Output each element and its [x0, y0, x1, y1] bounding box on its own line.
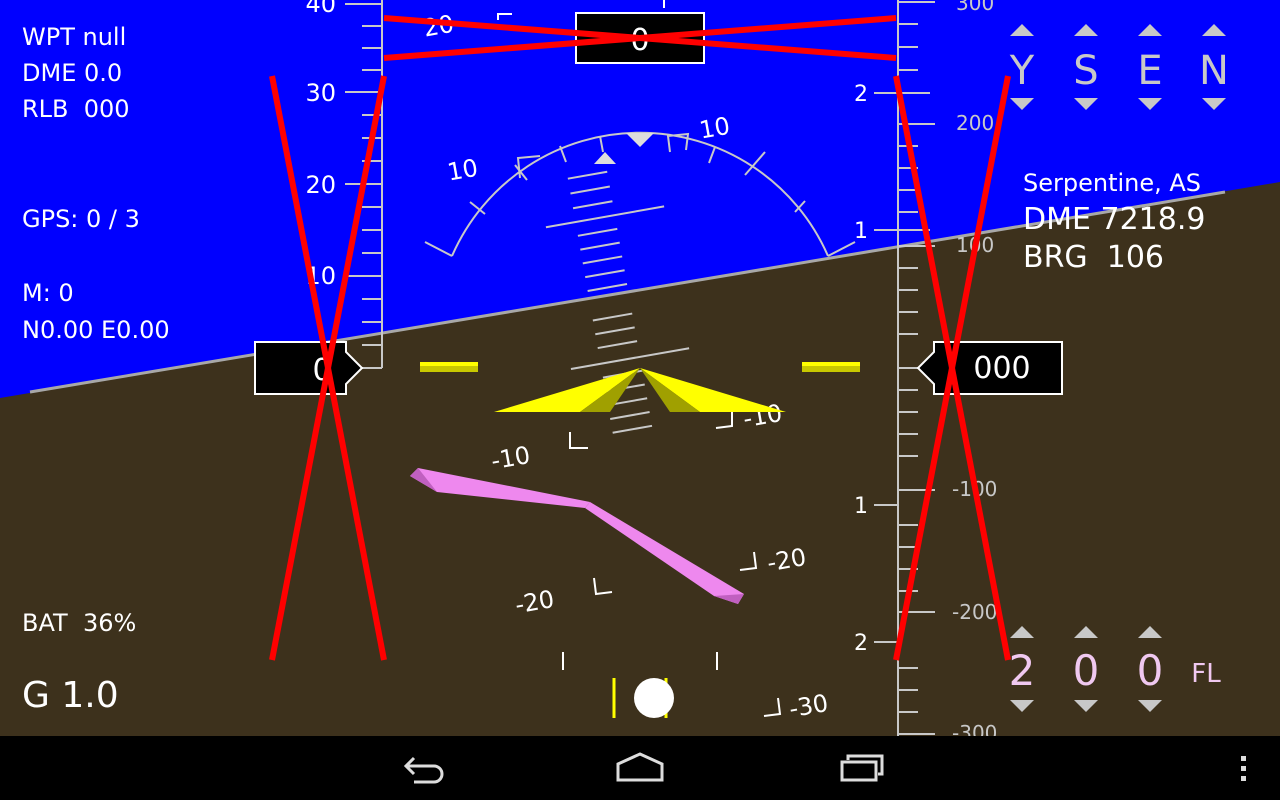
waypoint-char[interactable]: N: [1199, 48, 1229, 94]
speed-tick-label: 40: [305, 0, 336, 18]
gps-status: GPS: 0 / 3: [22, 205, 140, 233]
pfd-screen: 40 30 20 10 300 200 -200 -300 2 1 1 2 20…: [0, 0, 1280, 800]
home-icon: [616, 752, 664, 782]
rlb-label: RLB 000: [22, 95, 130, 123]
waypoint-char[interactable]: E: [1137, 48, 1162, 94]
destination-bearing: BRG 106: [1023, 240, 1165, 275]
destination-dme: DME 7218.9: [1023, 202, 1206, 237]
back-button[interactable]: [392, 744, 456, 792]
fl-digit[interactable]: 0: [1137, 646, 1164, 695]
fl-unit: FL: [1191, 659, 1221, 689]
altitude-tick-label: -300: [952, 721, 997, 736]
dme-label: DME 0.0: [22, 59, 123, 87]
fl-digit[interactable]: 2: [1009, 646, 1036, 695]
altitude-readout: 000: [973, 351, 1030, 386]
recents-icon: [840, 754, 884, 782]
airspeed-readout-box: 0: [254, 341, 364, 395]
vsi-tick-label: 2: [854, 631, 868, 656]
g-force-readout: G 1.0: [22, 675, 119, 716]
waypoint-char[interactable]: Y: [1009, 48, 1035, 94]
destination-name: Serpentine, AS: [1023, 169, 1202, 197]
battery-status: BAT 36%: [22, 609, 137, 637]
pitch-label: 10: [445, 154, 480, 187]
mode-label: M: 0: [22, 279, 74, 307]
position-label: N0.00 E0.00: [22, 316, 170, 344]
altitude-tick-label: -200: [952, 600, 997, 624]
waypoint-label: WPT null: [22, 23, 127, 51]
home-button[interactable]: [608, 744, 672, 792]
waypoint-char[interactable]: S: [1073, 48, 1098, 94]
vsi-tick-label: 1: [854, 219, 868, 244]
vsi-tick-label: 1: [854, 494, 868, 519]
pitch-label: 10: [697, 112, 732, 145]
altitude-tick-label: 300: [956, 0, 994, 15]
back-arrow-icon: [403, 756, 444, 784]
recents-button[interactable]: [826, 744, 890, 792]
speed-tick-label: 30: [305, 79, 336, 107]
vsi-tick-label: 2: [854, 82, 868, 107]
overflow-menu-button[interactable]: [1216, 744, 1272, 792]
speed-tick-label: 20: [305, 171, 336, 199]
fl-digit[interactable]: 0: [1073, 646, 1100, 695]
overflow-menu-icon: [1241, 756, 1246, 781]
pfd-display: 40 30 20 10 300 200 -200 -300 2 1 1 2 20…: [0, 0, 1280, 736]
altitude-readout-box: 000: [916, 341, 1063, 395]
altitude-tick-label: 200: [956, 111, 994, 135]
